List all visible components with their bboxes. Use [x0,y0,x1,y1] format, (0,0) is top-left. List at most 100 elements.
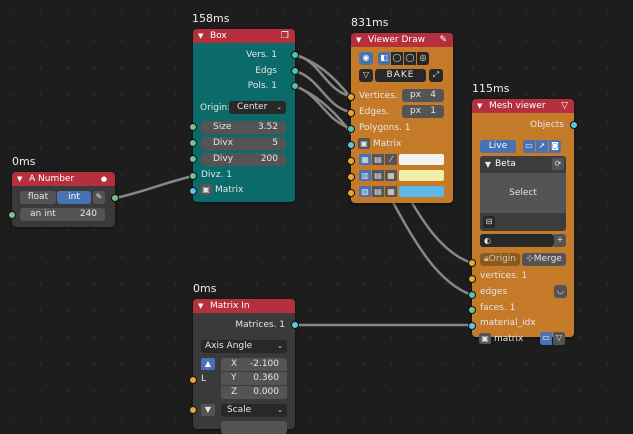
collapse-chevron-icon[interactable]: ▼ [356,33,361,47]
eyedropper-icon[interactable]: ✎ [93,191,105,204]
collapse-chevron-icon[interactable]: ▼ [17,172,22,186]
viewer-draw-node[interactable]: ▼ Viewer Draw ✎ ◉ ◧ ◯ ◯ ◎ ▽ BAKE ⤢ Verti… [347,33,453,203]
matrices-output-socket[interactable] [291,321,299,329]
vertices-input-socket[interactable] [468,259,476,267]
an-int-field[interactable]: an int 240 [20,208,105,221]
cube-icon[interactable]: ◧ [378,52,390,65]
mode-select[interactable]: Axis Angle ⌄ [201,340,287,353]
origin-button[interactable]: 🔒︎Origin [480,253,520,266]
collapse-chevron-icon[interactable]: ▼ [198,29,203,43]
polygons-input-socket[interactable] [347,125,355,133]
collapse-chevron-icon[interactable]: ▼ [477,99,482,113]
size-input-socket[interactable] [189,123,197,131]
divx-field[interactable]: Divx 5 [201,137,286,150]
divz-input-socket[interactable] [189,172,197,180]
camera-icon[interactable]: ◙ [549,140,561,153]
int-mode-button[interactable]: int [57,191,91,204]
display-icon[interactable]: ▭ [540,332,552,345]
matrix-input-socket[interactable] [189,187,197,195]
smooth-icon[interactable]: ◡ [554,285,567,298]
live-button[interactable]: Live [480,140,516,153]
edge-display-icon[interactable]: ▥ [359,170,371,181]
edges-input-socket[interactable] [347,109,355,117]
expand-icon[interactable]: ⤢ [429,69,443,82]
node-title: A Number [29,174,75,184]
box-header[interactable]: ▼ Box ❐ [193,29,295,43]
a-number-node[interactable]: ▼ A Number ● float int ✎ an int 240 [8,172,119,227]
matrix-input-socket[interactable] [347,141,355,149]
pencil-icon[interactable]: ✎ [439,33,447,47]
edge-width-field[interactable]: px 1 [402,105,444,118]
vers-output-socket[interactable] [291,51,299,59]
edge-color-swatch[interactable] [399,170,444,181]
monitor-icon[interactable]: ▭ [523,140,535,153]
copy-icon[interactable]: ❐ [281,29,289,43]
edgs-output-socket[interactable] [291,67,299,75]
shaded-icon[interactable]: ◎ [417,52,429,65]
add-icon[interactable]: + [554,234,566,247]
divy-field[interactable]: Divy 200 [201,153,286,166]
mesh-viewer-header[interactable]: ▼ Mesh viewer ▽ [472,99,574,113]
origin-select[interactable]: Center ⌄ [229,101,286,114]
material-idx-input-socket[interactable] [468,306,476,314]
a-number-header[interactable]: ▼ A Number ● [12,172,115,186]
merge-button[interactable]: ⊹Merge [522,253,566,266]
refresh-icon[interactable]: ⟳ [552,158,564,170]
scale-input-socket[interactable] [189,406,197,414]
box-icon[interactable]: ⊟ [483,216,495,228]
divy-input-socket[interactable] [189,155,197,163]
funnel-icon[interactable]: ▽ [359,69,373,82]
expand-up-icon[interactable]: ▲ [201,358,215,370]
material-field[interactable]: ◐ [480,234,554,247]
bake-button[interactable]: BAKE [375,69,426,82]
location-input-socket[interactable] [189,376,197,384]
divx-input-socket[interactable] [189,139,197,147]
edge-shading-icon[interactable]: ▤ [372,170,384,181]
vertex-size-field[interactable]: px 4 [402,89,444,102]
viewer-draw-header[interactable]: ▼ Viewer Draw ✎ [351,33,453,47]
face-shading-icon[interactable]: ▤ [372,186,384,197]
input-faces-label: faces. 1 [480,303,516,313]
matrix-input-socket[interactable] [468,322,476,330]
mesh-name[interactable]: Beta [495,159,516,169]
cursor-icon[interactable]: ➚ [536,140,548,153]
expand-down-icon[interactable]: ▼ [201,404,215,416]
filter-icon[interactable]: ▽ [553,332,565,345]
matrix-in-timing: 0ms [193,282,217,295]
edge-color-socket[interactable] [347,173,355,181]
vertex-random-icon[interactable]: ⁄ [385,154,397,165]
edge-random-icon[interactable]: ▦ [385,170,397,181]
matrix-in-node[interactable]: ▼ Matrix In Matrices. 1 Axis Angle ⌄ ▲ L… [189,299,299,434]
pols-output-socket[interactable] [291,82,299,90]
select-button[interactable]: Select [480,173,566,213]
z-field[interactable]: Z 0.000 [221,386,287,399]
filter-icon[interactable]: ▽ [561,99,568,113]
faces-input-socket[interactable] [468,291,476,299]
mode-value: Axis Angle [205,341,253,351]
collapse-chevron-icon[interactable]: ▼ [198,299,203,313]
vertex-shading-icon[interactable]: ▤ [372,154,384,165]
output-socket[interactable] [111,194,119,202]
box-node[interactable]: ▼ Box ❐ Vers. 1 Edgs Pols. 1 Origin: Cen… [189,29,299,202]
face-color-socket[interactable] [347,189,355,197]
sphere-wire-icon[interactable]: ◯ [391,52,403,65]
sphere-icon[interactable]: ◯ [404,52,416,65]
input-socket[interactable] [8,211,16,219]
vertex-color-swatch[interactable] [399,154,444,165]
vertex-color-socket[interactable] [347,157,355,165]
mesh-viewer-node[interactable]: ▼ Mesh viewer ▽ Objects Live ▭ ➚ ◙ ▼ Bet… [468,99,578,345]
vertices-input-socket[interactable] [347,93,355,101]
y-field[interactable]: Y 0.360 [221,372,287,385]
face-color-swatch[interactable] [399,186,444,197]
eye-icon[interactable]: ◉ [359,52,373,65]
face-display-icon[interactable]: ▧ [359,186,371,197]
face-random-icon[interactable]: ▦ [385,186,397,197]
x-field[interactable]: X -2.100 [221,358,287,371]
objects-output-socket[interactable] [570,121,578,129]
size-field[interactable]: Size 3.52 [201,121,286,134]
scale-select[interactable]: Scale ⌄ [221,404,287,417]
matrix-in-header[interactable]: ▼ Matrix In [193,299,295,313]
float-mode-button[interactable]: float [20,191,56,204]
edges-input-socket[interactable] [468,275,476,283]
vertex-display-icon[interactable]: ▦ [359,154,371,165]
